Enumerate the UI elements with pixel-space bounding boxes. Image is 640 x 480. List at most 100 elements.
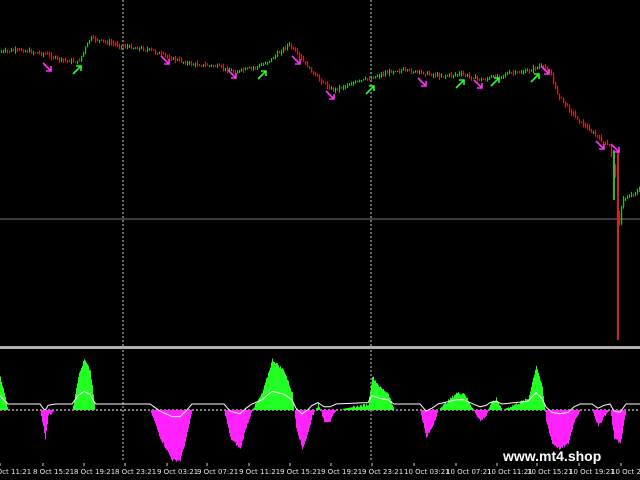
oscillator-bar: [505, 408, 506, 410]
candle-body: [561, 97, 563, 99]
oscillator-bar: [370, 391, 371, 410]
oscillator-bar: [444, 403, 445, 410]
candle-body: [393, 71, 395, 73]
oscillator-bar: [506, 408, 507, 410]
oscillator-bar: [549, 410, 550, 434]
oscillator-bar: [191, 410, 192, 414]
candle-body: [1, 51, 3, 53]
oscillator-bar: [298, 410, 299, 436]
candle-body: [199, 65, 201, 67]
oscillator-bar: [245, 410, 246, 430]
candle-body: [35, 52, 37, 54]
oscillator-bar: [616, 410, 617, 440]
candle-body: [445, 75, 447, 77]
candle-body: [45, 53, 47, 55]
candle-body: [467, 74, 469, 76]
candle-body: [111, 41, 113, 44]
oscillator-bar: [271, 362, 272, 410]
candle-body: [625, 198, 627, 200]
oscillator-bar: [5, 396, 6, 410]
oscillator-bar: [437, 410, 438, 413]
candle-body: [205, 64, 207, 66]
oscillator-bar: [75, 394, 76, 410]
oscillator-bar: [450, 397, 451, 410]
oscillator-bar: [183, 410, 184, 450]
oscillator-bar: [350, 407, 351, 410]
oscillator-bar: [348, 407, 349, 410]
oscillator-bar: [593, 410, 594, 413]
oscillator-bar: [233, 410, 234, 441]
oscillator-bar: [624, 410, 625, 421]
oscillator-bar: [519, 403, 520, 410]
oscillator-bar: [175, 410, 176, 460]
candle-body: [177, 59, 179, 61]
oscillator-bar: [82, 366, 83, 410]
candle-body: [457, 74, 459, 76]
candle-body: [619, 213, 621, 224]
candle-body: [247, 68, 249, 70]
candle-body: [421, 70, 423, 73]
candle-body: [77, 60, 79, 63]
oscillator-bar: [248, 410, 249, 423]
candle-body: [347, 85, 349, 87]
oscillator-bar: [498, 402, 499, 410]
oscillator-bar: [276, 363, 277, 410]
oscillator-bar: [308, 410, 309, 433]
oscillator-bar: [393, 407, 394, 410]
oscillator-bar: [462, 393, 463, 410]
trading-chart[interactable]: 7 Oct 11:218 Oct 15:218 Oct 19:218 Oct 2…: [0, 0, 640, 480]
candle-body: [379, 75, 381, 77]
oscillator-bar: [86, 362, 87, 410]
candle-body: [427, 72, 429, 75]
oscillator-bar: [485, 410, 486, 417]
candle-body: [539, 66, 541, 68]
oscillator-bar: [0, 376, 1, 410]
oscillator-bar: [556, 410, 557, 448]
oscillator-bar: [279, 367, 280, 410]
window-separator[interactable]: [0, 346, 640, 349]
candle-body: [33, 52, 35, 54]
oscillator-bar: [538, 372, 539, 410]
candle-body: [81, 55, 83, 61]
candle-body: [403, 69, 405, 71]
candle-body: [627, 197, 629, 199]
oscillator-bar: [486, 410, 487, 416]
oscillator-bar: [623, 410, 624, 427]
oscillator-bar: [83, 361, 84, 410]
oscillator-bar: [256, 402, 257, 410]
oscillator-bar: [267, 377, 268, 410]
oscillator-bar: [512, 405, 513, 410]
oscillator-bar: [190, 410, 191, 419]
candle-body: [125, 46, 127, 48]
oscillator-bar: [457, 393, 458, 410]
oscillator-bar: [534, 374, 535, 410]
candle-body: [607, 142, 609, 145]
candle-body: [375, 76, 377, 79]
candle-body: [447, 75, 449, 77]
oscillator-bar: [511, 407, 512, 410]
oscillator-bar: [529, 394, 530, 410]
oscillator-bar: [235, 410, 236, 443]
candle-body: [161, 52, 163, 54]
oscillator-bar: [361, 405, 362, 410]
candle-body: [437, 74, 439, 76]
candle-body: [635, 193, 637, 195]
oscillator-bar: [322, 410, 323, 417]
oscillator-bar: [87, 364, 88, 410]
oscillator-bar: [574, 410, 575, 423]
time-tick-label: 10 Oct 07:21: [446, 468, 492, 476]
candle-body: [465, 74, 467, 76]
oscillator-bar: [284, 371, 285, 410]
candle-body: [595, 132, 597, 136]
oscillator-bar: [459, 393, 460, 410]
oscillator-bar: [48, 410, 49, 416]
candle-body: [565, 101, 567, 106]
oscillator-bar: [303, 410, 304, 448]
candle-body: [453, 75, 455, 77]
candle-body: [47, 53, 49, 55]
candle-body: [399, 71, 401, 73]
oscillator-bar: [443, 404, 444, 410]
candle-body: [181, 59, 183, 63]
oscillator-bar: [614, 410, 615, 440]
candle-body: [533, 67, 535, 71]
